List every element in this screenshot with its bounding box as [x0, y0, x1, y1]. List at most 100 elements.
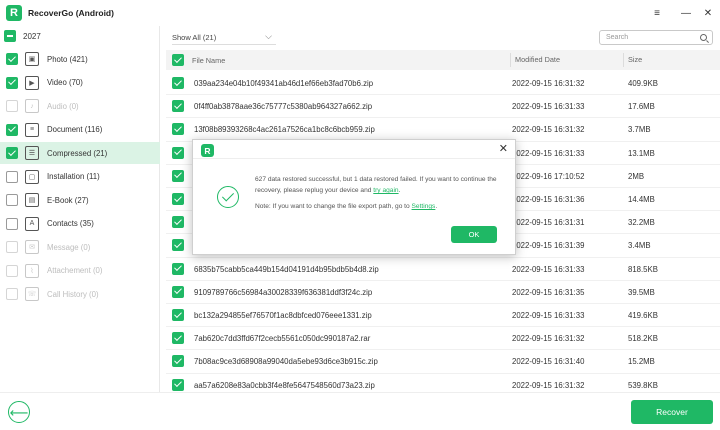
menu-icon[interactable]: ≡ — [648, 5, 666, 21]
row-checkbox[interactable] — [172, 309, 184, 321]
sidebar-item[interactable]: ☰ Compressed (21) — [0, 142, 160, 164]
installation-icon: ▢ — [25, 169, 39, 184]
modified-date-cell: 2022-09-15 16:31:32 — [512, 334, 585, 344]
row-checkbox[interactable] — [172, 355, 184, 368]
ok-button[interactable]: OK — [451, 226, 497, 243]
back-arrow-icon[interactable]: ⟵ — [8, 401, 30, 423]
file-size-cell: 539.8KB — [628, 380, 658, 390]
sidebar-item: ☏ Call History (0) — [0, 283, 160, 305]
search-icon[interactable] — [700, 34, 707, 41]
table-header: File Name Modified Date Size — [166, 50, 720, 70]
table-row[interactable]: 6835b75cabb5ca449b154d04191d4b95bdb5b4d8… — [166, 258, 720, 281]
dialog-note-text: Note: If you want to change the file exp… — [255, 203, 410, 210]
table-row[interactable]: 039aa234e04b10f49341ab46d1ef66eb3fad70b6… — [166, 72, 720, 96]
table-row[interactable]: 7ab620c7dd3ffd67f2cecb5561c050dc990187a2… — [166, 327, 720, 351]
footer: ⟵ Recover — [0, 392, 720, 430]
sidebar-item-label: E-Book (27) — [47, 195, 89, 205]
row-checkbox[interactable] — [172, 100, 184, 113]
sidebar-item-label: Call History (0) — [47, 289, 99, 299]
file-name-cell: aa57a6208e83a0cbb3f4e8fe5647548560d73a23… — [194, 380, 375, 390]
sidebar-item-label: Audio (0) — [47, 101, 79, 111]
category-checkbox[interactable] — [6, 194, 18, 206]
row-checkbox[interactable] — [172, 77, 184, 89]
column-header-name[interactable]: File Name — [192, 56, 225, 65]
close-icon[interactable]: ✕ — [699, 5, 717, 21]
file-size-cell: 518.2KB — [628, 334, 658, 344]
sidebar-item[interactable]: A Contacts (35) — [0, 213, 160, 235]
row-checkbox[interactable] — [172, 123, 184, 136]
file-size-cell: 14.4MB — [628, 195, 655, 204]
file-size-cell: 419.6KB — [628, 311, 658, 320]
category-checkbox — [6, 100, 18, 112]
minimize-icon[interactable]: — — [677, 5, 695, 21]
category-checkbox[interactable] — [6, 170, 18, 183]
table-row[interactable]: 7b08ac9ce3d68908a99040da5ebe93d6ce3b915c… — [166, 350, 720, 374]
select-all-checkbox[interactable] — [172, 54, 184, 66]
file-name-cell: bc132a294855ef76570f1ac8dbfced076eee1331… — [194, 311, 372, 320]
file-size-cell: 2MB — [628, 171, 645, 181]
file-size-cell: 17.6MB — [628, 102, 655, 112]
modified-date-cell: 2022-09-15 16:31:33 — [512, 264, 585, 274]
filter-dropdown[interactable]: Show All (21) ⌵ — [172, 31, 276, 45]
sidebar-item-label: Compressed (21) — [47, 148, 108, 158]
category-checkbox[interactable] — [6, 147, 18, 159]
modified-date-cell: 2022-09-15 16:31:35 — [512, 287, 585, 297]
row-checkbox[interactable] — [172, 216, 184, 229]
dialog-close-icon[interactable]: ✕ — [499, 142, 508, 155]
compressed-icon: ☰ — [25, 146, 39, 160]
file-name-cell: 9109789766c56984a30028339f636381ddf3f24c… — [194, 287, 373, 297]
sidebar-item[interactable]: ▶ Video (70) — [0, 72, 160, 94]
row-checkbox[interactable] — [172, 239, 184, 252]
sidebar-item: ♪ Audio (0) — [0, 95, 160, 117]
row-checkbox[interactable] — [172, 332, 184, 345]
dialog-note: Note: If you want to change the file exp… — [255, 203, 505, 210]
sidebar-item[interactable]: ▣ Photo (421) — [0, 48, 160, 70]
settings-link[interactable]: Settings — [412, 203, 436, 210]
row-checkbox[interactable] — [172, 262, 184, 275]
recover-button[interactable]: Recover — [631, 400, 713, 424]
app-logo-icon: R — [6, 5, 22, 21]
file-size-cell: 15.2MB — [628, 357, 655, 367]
title-bar: R RecoverGo (Android) ≡ — ✕ — [0, 0, 720, 26]
dialog-message-end: . — [398, 187, 401, 194]
file-size-cell: 32.2MB — [628, 218, 655, 228]
modified-date-cell: 2022-09-15 16:31:33 — [512, 148, 585, 158]
column-header-modified[interactable]: Modified Date — [510, 53, 560, 67]
sidebar-item-label: Document (116) — [47, 125, 103, 134]
sidebar-item[interactable]: ▤ E-Book (27) — [0, 189, 160, 211]
row-checkbox[interactable] — [172, 146, 184, 159]
try-again-link[interactable]: try again — [373, 187, 398, 194]
modified-date-cell: 2022-09-15 16:31:33 — [512, 102, 585, 112]
chevron-down-icon: ⌵ — [265, 31, 272, 41]
device-checkbox[interactable] — [4, 30, 16, 42]
row-checkbox[interactable] — [172, 378, 184, 391]
file-size-cell: 818.5KB — [628, 264, 658, 274]
dialog-logo-icon: R — [201, 144, 214, 157]
sidebar-item[interactable]: ▢ Installation (11) — [0, 166, 160, 188]
sidebar-item-label: Installation (11) — [47, 172, 100, 181]
search-input[interactable]: Search — [599, 30, 713, 45]
row-checkbox[interactable] — [172, 169, 184, 182]
table-row[interactable]: aa57a6208e83a0cbb3f4e8fe5647548560d73a23… — [166, 374, 720, 392]
table-row[interactable]: bc132a294855ef76570f1ac8dbfced076eee1331… — [166, 304, 720, 328]
column-header-size[interactable]: Size — [623, 53, 642, 67]
call-history-icon: ☏ — [25, 287, 39, 301]
category-checkbox[interactable] — [6, 53, 18, 65]
category-checkbox[interactable] — [6, 76, 18, 89]
device-row[interactable]: 2027 — [4, 30, 41, 42]
file-size-cell: 39.5MB — [628, 287, 655, 297]
table-row[interactable]: 0f4ff0ab3878aae36c75777c5380ab964327a662… — [166, 95, 720, 119]
success-check-icon — [217, 186, 239, 208]
row-checkbox[interactable] — [172, 285, 184, 298]
row-checkbox[interactable] — [172, 193, 184, 205]
modified-date-cell: 2022-09-15 16:31:33 — [512, 311, 585, 320]
restore-result-dialog: R ✕ 627 data restored successful, but 1 … — [192, 139, 516, 255]
category-checkbox[interactable] — [6, 217, 18, 230]
file-size-cell: 3.7MB — [628, 125, 651, 135]
category-checkbox — [6, 288, 18, 300]
file-name-cell: 7ab620c7dd3ffd67f2cecb5561c050dc990187a2… — [194, 334, 371, 344]
table-row[interactable]: 9109789766c56984a30028339f636381ddf3f24c… — [166, 281, 720, 304]
sidebar-item[interactable]: ≡ Document (116) — [0, 119, 160, 141]
category-checkbox[interactable] — [6, 123, 18, 136]
sidebar-item-label: Attachement (0) — [47, 266, 103, 275]
